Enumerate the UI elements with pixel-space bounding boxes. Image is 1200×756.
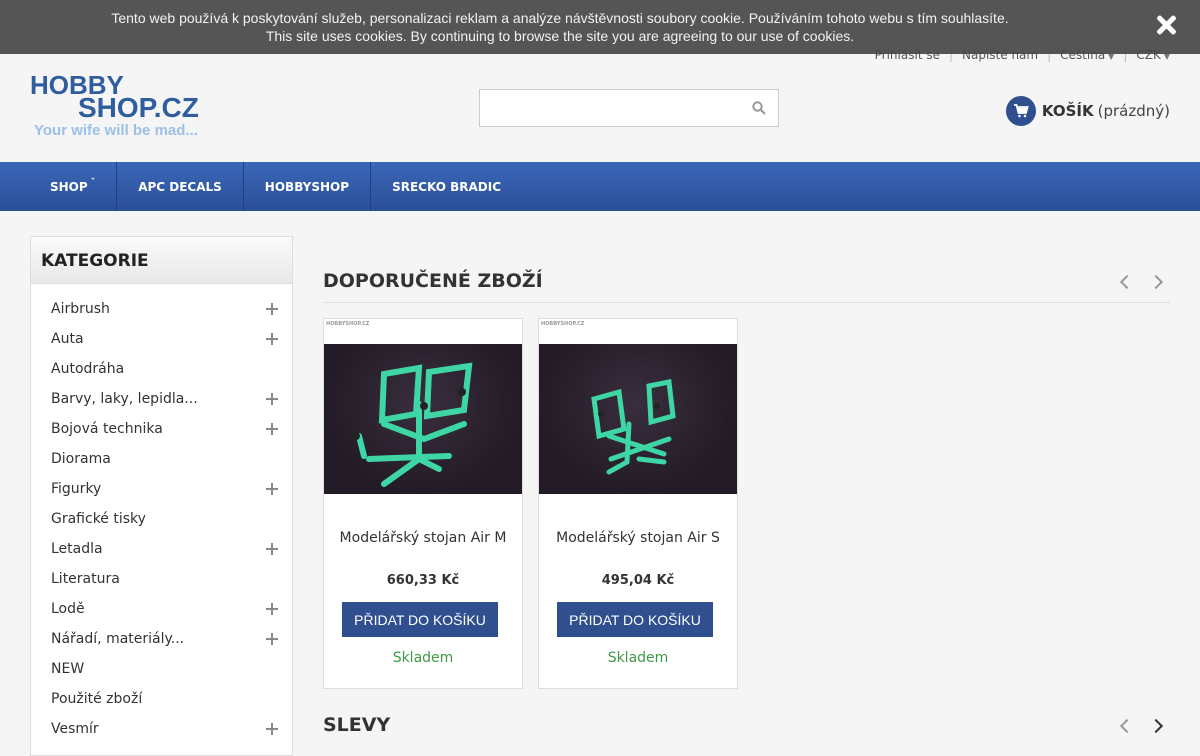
category-item[interactable]: Lodě	[31, 594, 292, 624]
main-nav: SHOP ˇ APC DECALS HOBBYSHOP SRECKO BRADIC	[0, 162, 1200, 211]
image-watermark: HOBBYSHOP.CZ	[541, 321, 585, 327]
search-box	[479, 89, 779, 127]
category-label: Literatura	[51, 571, 120, 587]
carousel-controls	[1118, 274, 1164, 288]
category-label: Auta	[51, 331, 84, 347]
carousel-controls	[1118, 718, 1164, 732]
cart-status: (prázdný)	[1097, 102, 1170, 120]
category-item[interactable]: Grafické tisky	[31, 504, 292, 534]
category-item[interactable]: Auta	[31, 324, 292, 354]
category-item[interactable]: Použité zboží	[31, 684, 292, 714]
category-label: Vesmír	[51, 721, 99, 737]
category-label: NEW	[51, 661, 85, 677]
plus-icon[interactable]	[266, 333, 278, 345]
plus-icon[interactable]	[266, 423, 278, 435]
category-item[interactable]: Letadla	[31, 534, 292, 564]
category-label: Airbrush	[51, 301, 110, 317]
product-card[interactable]: HOBBYSHOP.CZ Modelářský stojan Air M 660…	[323, 318, 523, 689]
product-name[interactable]: Modelářský stojan Air M	[324, 530, 522, 546]
add-to-cart-button[interactable]: PŘIDAT DO KOŠÍKU	[342, 602, 498, 637]
category-item[interactable]: Literatura	[31, 564, 292, 594]
cart-icon	[1005, 96, 1036, 126]
chevron-down-icon: ˇ	[90, 177, 96, 188]
plus-icon[interactable]	[266, 303, 278, 315]
sidebar-title: KATEGORIE	[31, 237, 292, 284]
plus-icon[interactable]	[266, 603, 278, 615]
category-label: Nářadí, materiály...	[51, 631, 185, 647]
image-watermark: HOBBYSHOP.CZ	[326, 321, 370, 327]
category-label: Grafické tisky	[51, 511, 146, 527]
category-label: Lodě	[51, 601, 85, 617]
category-item[interactable]: Bojová technika	[31, 414, 292, 444]
plus-icon[interactable]	[266, 723, 278, 735]
category-item[interactable]: Airbrush	[31, 294, 292, 324]
category-label: Diorama	[51, 451, 111, 467]
product-card[interactable]: HOBBYSHOP.CZ Modelářský stojan Air S 495…	[538, 318, 738, 689]
search-input[interactable]	[480, 90, 740, 126]
cart-button[interactable]: KOŠÍK (prázdný)	[1005, 96, 1170, 126]
plus-icon[interactable]	[266, 543, 278, 555]
close-icon[interactable]	[1156, 15, 1176, 35]
cookie-banner: Tento web používá k poskytování služeb, …	[0, 0, 1200, 54]
category-label: Bojová technika	[51, 421, 163, 437]
nav-item-apc-decals[interactable]: APC DECALS	[117, 162, 244, 211]
stock-status: Skladem	[607, 650, 669, 666]
product-price: 660,33 Kč	[386, 573, 460, 588]
category-label: Letadla	[51, 541, 103, 557]
plus-icon[interactable]	[266, 633, 278, 645]
nav-item-label: APC DECALS	[138, 179, 222, 194]
product-image[interactable]	[324, 344, 522, 494]
nav-item-label: SRECKO BRADIC	[392, 179, 501, 194]
product-price: 495,04 Kč	[601, 573, 675, 588]
nav-item-shop[interactable]: SHOP ˇ	[0, 162, 118, 211]
logo-word-2: SHOP.CZ	[78, 92, 199, 123]
section-title: DOPORUČENÉ ZBOŽÍ	[323, 270, 543, 292]
category-item[interactable]: Barvy, laky, lepidla...	[31, 384, 292, 414]
site-logo[interactable]: HOBBY SHOP.CZ Your wife will be mad...	[30, 70, 230, 140]
category-item[interactable]: Nářadí, materiály...	[31, 624, 292, 654]
stock-status: Skladem	[392, 650, 454, 666]
category-item[interactable]: Autodráha	[31, 354, 292, 384]
cart-label: KOŠÍK	[1041, 102, 1094, 120]
product-image[interactable]	[539, 344, 737, 494]
chevron-right-icon[interactable]	[1150, 274, 1164, 288]
category-item[interactable]: Figurky	[31, 474, 292, 504]
nav-item-label: SHOP	[50, 179, 88, 194]
category-label: Použité zboží	[51, 691, 143, 707]
search-icon[interactable]	[752, 101, 766, 115]
add-to-cart-button[interactable]: PŘIDAT DO KOŠÍKU	[557, 602, 713, 637]
nav-item-label: HOBBYSHOP	[264, 179, 350, 194]
nav-item-hobbyshop[interactable]: HOBBYSHOP	[244, 162, 372, 211]
chevron-left-icon[interactable]	[1118, 274, 1132, 288]
nav-item-srecko-bradic[interactable]: SRECKO BRADIC	[371, 162, 522, 211]
featured-section-header: DOPORUČENÉ ZBOŽÍ	[323, 270, 1170, 303]
plus-icon[interactable]	[266, 483, 278, 495]
category-list: Airbrush Auta Autodráha Barvy, laky, lepidl…	[31, 284, 292, 744]
section-title: SLEVY	[323, 714, 391, 736]
category-sidebar: KATEGORIE Airbrush Auta Autodráha Barvy, la…	[30, 236, 293, 756]
category-label: Autodráha	[51, 361, 125, 377]
cookie-text-en: This site uses cookies. By continuing to…	[265, 28, 855, 44]
category-item[interactable]: NEW	[31, 654, 292, 684]
product-name[interactable]: Modelářský stojan Air S	[539, 530, 737, 546]
chevron-right-icon[interactable]	[1150, 718, 1164, 732]
category-label: Figurky	[51, 481, 102, 497]
cookie-text-cz: Tento web používá k poskytování služeb, …	[111, 10, 1009, 26]
plus-icon[interactable]	[266, 393, 278, 405]
category-label: Barvy, laky, lepidla...	[51, 391, 198, 407]
category-item[interactable]: Diorama	[31, 444, 292, 474]
logo-tagline: Your wife will be mad...	[34, 122, 198, 139]
chevron-left-icon[interactable]	[1118, 718, 1132, 732]
